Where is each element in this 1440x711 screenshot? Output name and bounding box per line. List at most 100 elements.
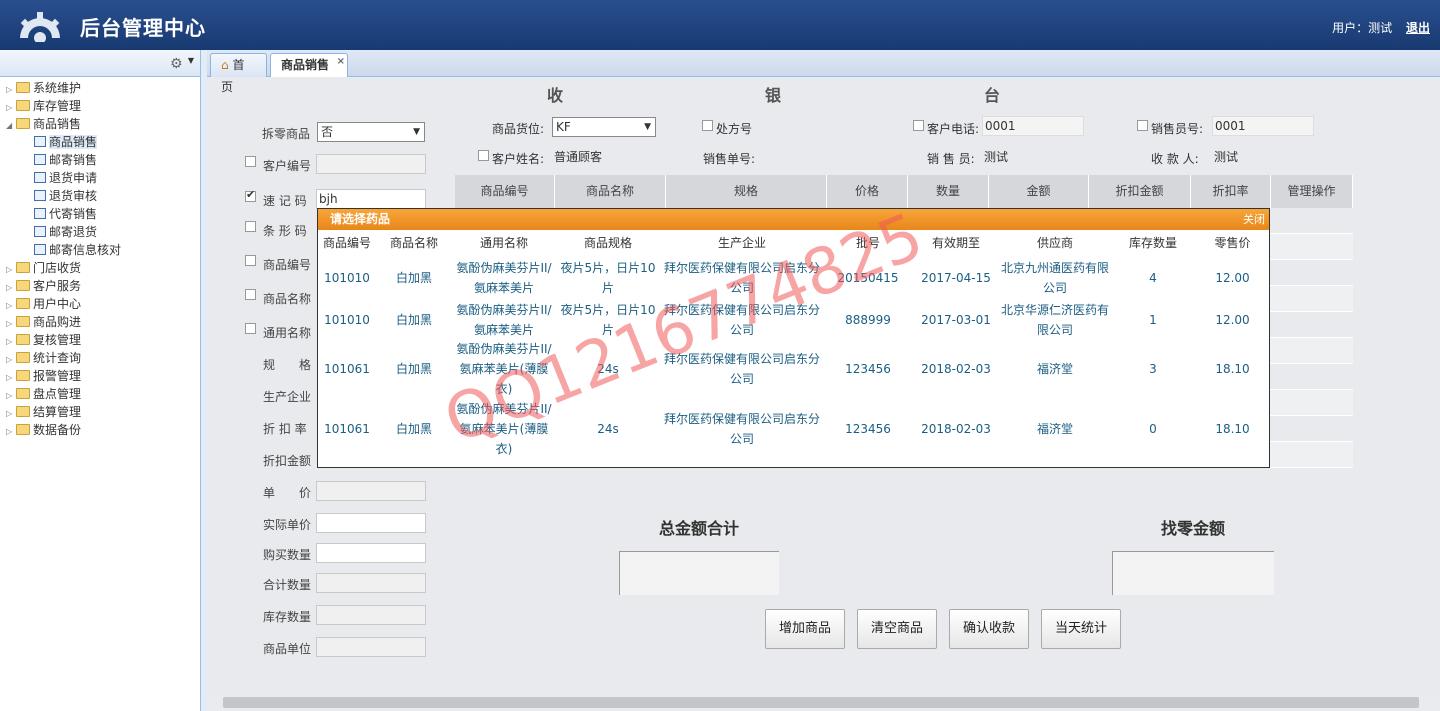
popup-table-row[interactable]: 101010 白加黑 氨酚伪麻美芬片II/氨麻苯美片 夜片5片，日片10片 拜尔医药保健…	[318, 299, 1269, 341]
horizontal-scrollbar[interactable]	[207, 694, 1440, 711]
sidebar-item[interactable]: 商品销售	[6, 133, 121, 151]
total-qty-field	[316, 573, 426, 593]
gear-icon[interactable]: ⚙	[170, 56, 186, 72]
actual-price-input[interactable]	[316, 513, 426, 533]
popup-close-button[interactable]: 关闭	[1243, 209, 1265, 230]
customer-no-checkbox[interactable]	[245, 156, 256, 167]
quick-code-checkbox[interactable]	[245, 188, 256, 202]
sidebar-item[interactable]: ▷ 盘点管理	[6, 385, 121, 403]
collapsed-icon[interactable]: ▷	[6, 423, 16, 441]
sidebar-item[interactable]: ▷ 用户中心	[6, 295, 121, 313]
customer-name-checkbox[interactable]	[478, 150, 489, 161]
add-product-button[interactable]: 增加商品	[765, 609, 845, 649]
sidebar-item[interactable]: 邮寄退货	[6, 223, 121, 241]
product-name-label: 商品名称	[263, 292, 312, 306]
close-icon[interactable]: ×	[337, 51, 345, 73]
scrollbar-thumb[interactable]	[223, 697, 1419, 708]
sidebar-item-label: 报警管理	[33, 369, 82, 383]
home-icon: ⌂	[221, 58, 229, 72]
salesman-value: 测试	[984, 150, 1009, 164]
popup-cell-maker: 拜尔医药保健有限公司启东分公司	[663, 261, 820, 295]
sidebar-item[interactable]: ▷ 统计查询	[6, 349, 121, 367]
sidebar-item[interactable]: ◢ 商品销售	[6, 115, 121, 133]
popup-cell-code: 101010	[324, 271, 370, 285]
sidebar-item-label: 统计查询	[33, 351, 82, 365]
popup-cell-batch: 888999	[845, 313, 891, 327]
popup-column-header: 零售价	[1214, 236, 1251, 250]
sidebar-item-label: 系统维护	[33, 81, 82, 95]
chevron-down-icon[interactable]: ▼	[188, 56, 194, 65]
user-area: 用户：测试 退出	[1332, 19, 1430, 36]
sidebar-item[interactable]: ▷ 结算管理	[6, 403, 121, 421]
sidebar-item[interactable]: 退货申请	[6, 169, 121, 187]
customer-no-field[interactable]	[316, 154, 426, 174]
salesman-no-checkbox[interactable]	[1137, 120, 1148, 131]
barcode-checkbox[interactable]	[245, 221, 256, 232]
popup-cell-code: 101061	[324, 362, 370, 376]
product-no-checkbox[interactable]	[245, 255, 256, 266]
generic-name-label: 通用名称	[263, 326, 312, 340]
folder-icon	[16, 424, 30, 435]
sidebar-item[interactable]: ▷ 库存管理	[6, 97, 121, 115]
quick-code-input[interactable]: bjh	[316, 189, 426, 209]
sidebar-item[interactable]: 邮寄销售	[6, 151, 121, 169]
sidebar-item[interactable]: ▷ 复核管理	[6, 331, 121, 349]
prescription-checkbox[interactable]	[702, 120, 713, 131]
popup-table-row[interactable]: 101010 白加黑 氨酚伪麻美芬片II/氨麻苯美片 夜片5片，日片10片 拜尔医药保健…	[318, 257, 1269, 299]
sidebar: ⚙ ▼ ▷ 系统维护 ▷ 库存管理 ◢ 商品销售 商品销售 邮寄销售 退货申请 退货审核 代寄销售邮…	[0, 50, 201, 711]
location-select[interactable]: KF ▼	[552, 117, 656, 137]
clear-products-button[interactable]: 清空商品	[857, 609, 937, 649]
popup-column-header: 商品编号	[322, 236, 371, 250]
popup-table-row[interactable]: 101061 白加黑 氨酚伪麻美芬片II/氨麻苯美片(薄膜衣) 24s 拜尔医药保健有限…	[318, 340, 1269, 398]
sidebar-item[interactable]: 代寄销售	[6, 205, 121, 223]
tab-sales[interactable]: 商品销售 ×	[270, 53, 348, 77]
grid-column-header: 金额	[989, 175, 1089, 208]
logout-link[interactable]: 退出	[1406, 21, 1430, 35]
sidebar-item[interactable]: ▷ 系统维护	[6, 79, 121, 97]
grid-column-header: 商品名称	[555, 175, 666, 208]
user-label: 用户：测试	[1332, 21, 1393, 35]
popup-cell-stock: 3	[1149, 362, 1157, 376]
phone-checkbox[interactable]	[913, 120, 924, 131]
sidebar-item-label: 库存管理	[33, 99, 82, 113]
confirm-payment-button[interactable]: 确认收款	[949, 609, 1029, 649]
popup-cell-price: 12.00	[1215, 271, 1250, 285]
popup-cell-expiry: 2017-04-15	[921, 271, 991, 285]
folder-icon	[16, 334, 30, 345]
popup-cell-stock: 0	[1149, 422, 1157, 436]
sidebar-item[interactable]: ▷ 数据备份	[6, 421, 121, 439]
cashier-value: 测试	[1214, 150, 1239, 164]
grid-column-header: 规格	[666, 175, 827, 208]
stock-qty-label: 库存数量	[263, 610, 312, 624]
popup-cell-stock: 4	[1149, 271, 1157, 285]
popup-cell-code: 101010	[324, 313, 370, 327]
folder-icon	[16, 352, 30, 363]
phone-field[interactable]: 0001	[982, 116, 1084, 136]
sidebar-item[interactable]: 退货审核	[6, 187, 121, 205]
unit-field	[316, 637, 426, 657]
salesman-no-field[interactable]: 0001	[1212, 116, 1314, 136]
popup-table-row[interactable]: 101061 白加黑 氨酚伪麻美芬片II/氨麻苯美片(薄膜衣) 24s 拜尔医药保健有限…	[318, 399, 1269, 459]
sidebar-item[interactable]: ▷ 门店收货	[6, 259, 121, 277]
sidebar-item[interactable]: ▷ 报警管理	[6, 367, 121, 385]
tab-home[interactable]: ⌂ 首页	[210, 53, 267, 94]
spec-label: 规 格	[263, 358, 312, 372]
quantity-label: 购买数量	[263, 548, 312, 562]
sidebar-item-label: 退货申请	[49, 171, 98, 185]
generic-name-checkbox[interactable]	[245, 323, 256, 334]
product-no-label: 商品编号	[263, 258, 312, 272]
quantity-input[interactable]	[316, 543, 426, 563]
unit-price-field	[316, 481, 426, 501]
location-label: 商品货位:	[492, 122, 545, 136]
daily-stats-button[interactable]: 当天统计	[1041, 609, 1121, 649]
popup-cell-expiry: 2018-02-03	[921, 362, 991, 376]
sidebar-item[interactable]: 邮寄信息核对	[6, 241, 121, 259]
sidebar-item[interactable]: ▷ 客户服务	[6, 277, 121, 295]
phone-label: 客户电话:	[927, 122, 980, 136]
split-select[interactable]: 否 ▼	[317, 122, 425, 142]
product-name-checkbox[interactable]	[245, 289, 256, 300]
sidebar-item[interactable]: ▷ 商品购进	[6, 313, 121, 331]
grid-column-header: 价格	[827, 175, 908, 208]
sidebar-item-label: 门店收货	[33, 261, 82, 275]
grid-column-header: 折扣金额	[1089, 175, 1191, 208]
